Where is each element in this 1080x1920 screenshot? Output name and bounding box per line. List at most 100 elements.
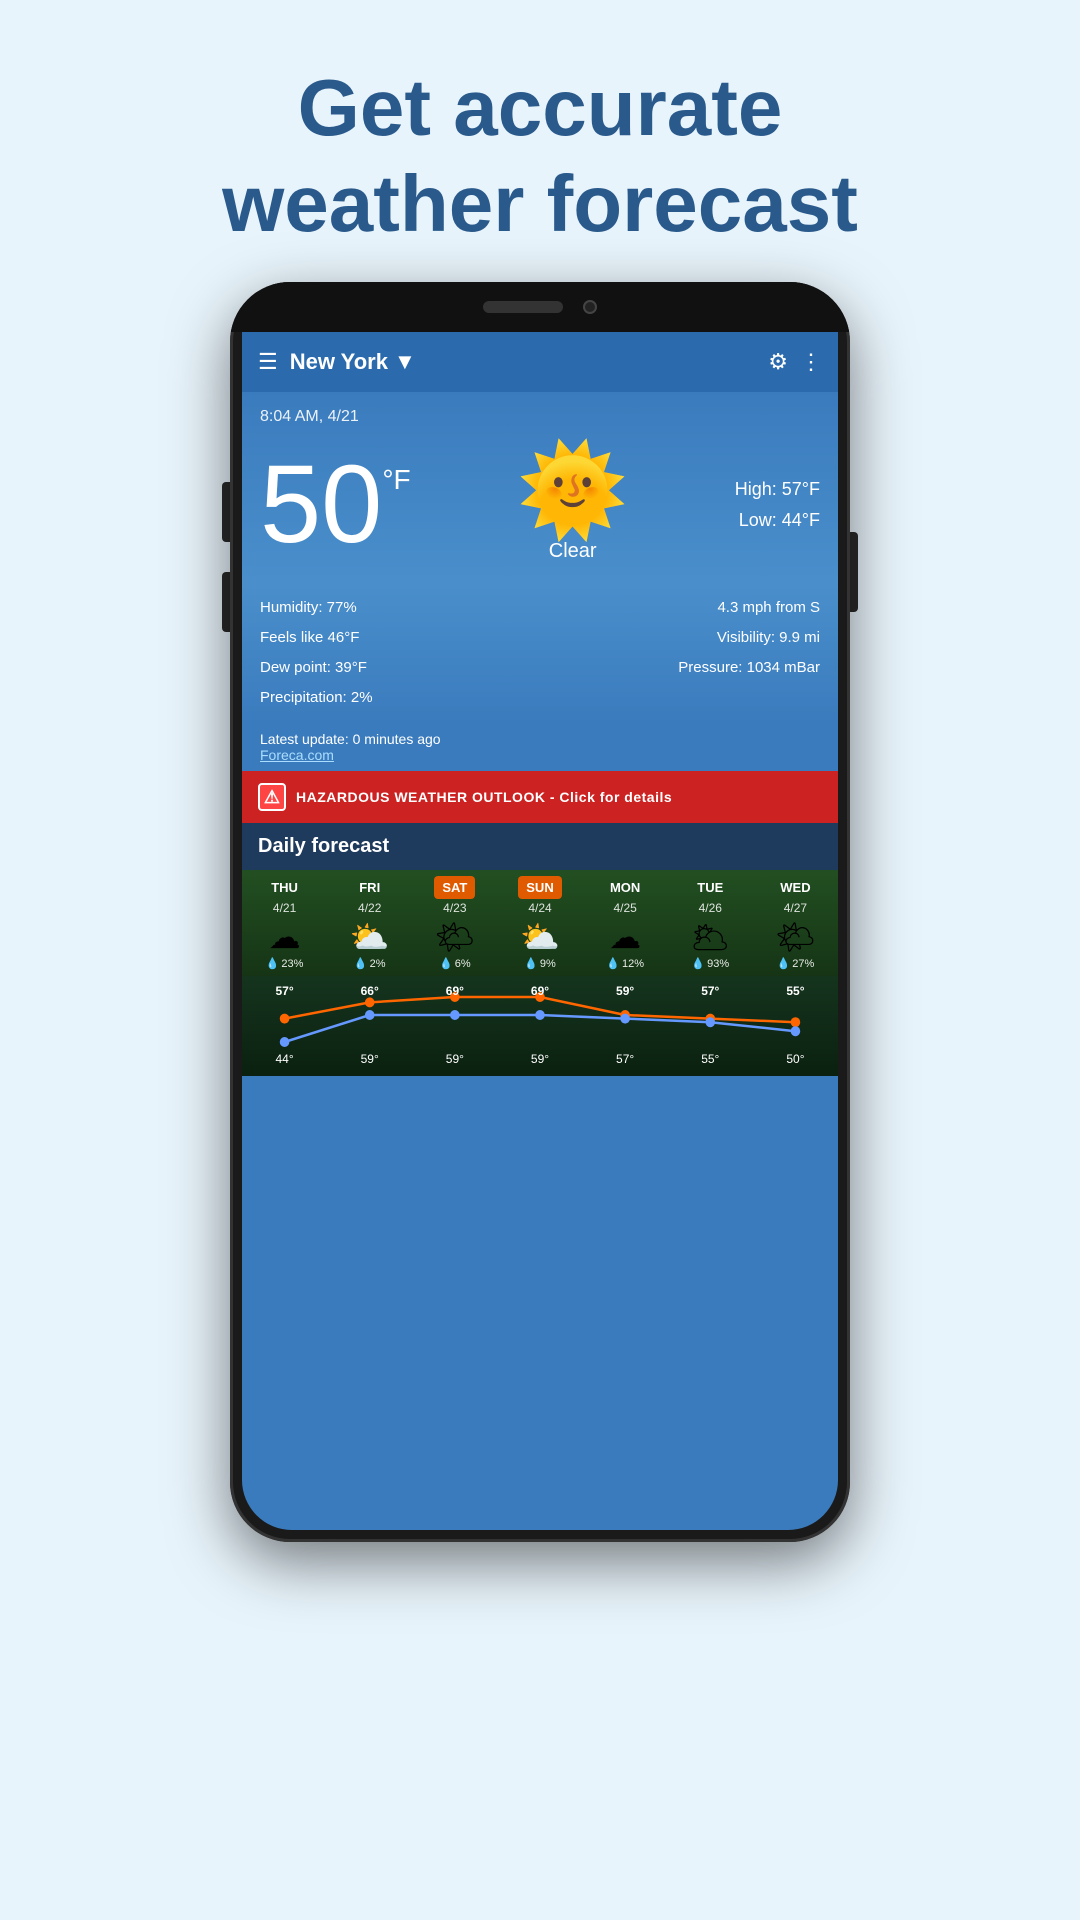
phone-body: ☰ New York ▼ ⚙ ⋮ 8:04 AM, 4/21 50 °F � — [230, 282, 850, 1542]
forecast-date-label: 4/26 — [699, 901, 722, 915]
low-temp-value: 59° — [412, 1052, 497, 1066]
source-link[interactable]: Foreca.com — [260, 747, 820, 763]
current-weather: 50 °F 🌞 Clear High: 57°F Low: — [260, 446, 820, 563]
forecast-weather-icon: 🌥 — [690, 921, 731, 953]
header-line2: weather forecast — [222, 159, 858, 248]
high-temp-value: 69° — [497, 984, 582, 998]
low-temp: Low: 44°F — [735, 505, 820, 536]
more-options-icon[interactable]: ⋮ — [800, 349, 822, 375]
phone-top-bar — [230, 282, 850, 332]
weather-main: 8:04 AM, 4/21 50 °F 🌞 Clear High: 57°F — [242, 392, 838, 583]
visibility: Visibility: 9.9 mi — [545, 623, 820, 653]
low-temp-labels: 44°59°59°59°57°55°50° — [242, 1052, 838, 1066]
forecast-day-label: TUE — [697, 876, 723, 899]
daily-forecast-header: Daily forecast — [242, 823, 838, 870]
low-temp-value: 50° — [753, 1052, 838, 1066]
forecast-col-sun[interactable]: SUN4/24⛅💧9% — [497, 870, 582, 976]
feels-like: Feels like 46°F — [260, 623, 535, 653]
phone-camera — [583, 300, 597, 314]
forecast-date-label: 4/27 — [784, 901, 807, 915]
volume-up-button — [222, 482, 230, 542]
forecast-col-tue[interactable]: TUE 4/26 🌥 💧93% — [668, 870, 753, 976]
forecast-precip: 💧93% — [691, 957, 729, 970]
forecast-date-label: 4/21 — [273, 901, 296, 915]
high-temp-value: 66° — [327, 984, 412, 998]
forecast-day-label: FRI — [359, 876, 380, 899]
forecast-precip: 💧9% — [524, 957, 556, 970]
high-temp-labels: 57°66°69°69°59°57°55° — [242, 984, 838, 998]
humidity: Humidity: 77% — [260, 593, 535, 623]
high-value: 57°F — [782, 479, 820, 499]
page-header: Get accurate weather forecast — [222, 0, 858, 282]
alert-text: HAZARDOUS WEATHER OUTLOOK - Click for de… — [296, 789, 672, 805]
forecast-weather-icon: 🌤 — [775, 921, 816, 953]
city-dropdown-icon[interactable]: ▼ — [394, 349, 416, 375]
details-right: 4.3 mph from S Visibility: 9.9 mi Pressu… — [545, 593, 820, 713]
high-label: High: — [735, 479, 777, 499]
forecast-grid: THU4/21☁💧23%FRI4/22⛅💧2%SAT4/23🌤💧6%SUN4/2… — [242, 870, 838, 976]
high-low-display: High: 57°F Low: 44°F — [735, 474, 820, 535]
low-label: Low: — [739, 510, 777, 530]
phone-mockup: ☰ New York ▼ ⚙ ⋮ 8:04 AM, 4/21 50 °F � — [230, 282, 850, 1762]
update-info: Latest update: 0 minutes ago Foreca.com — [242, 723, 838, 771]
temperature-value: 50 — [260, 450, 382, 560]
forecast-col-mon[interactable]: MON 4/25 ☁ 💧12% — [583, 870, 668, 976]
forecast-date-label: 4/24 — [528, 901, 551, 915]
forecast-precip: 💧12% — [606, 957, 644, 970]
forecast-date-label: 4/22 — [358, 901, 381, 915]
forecast-precip: 💧6% — [439, 957, 471, 970]
forecast-weather-icon: ☁ — [269, 921, 301, 953]
low-value: 44°F — [782, 510, 820, 530]
power-button — [850, 532, 858, 612]
high-temp-value: 59° — [583, 984, 668, 998]
city-name: New York — [290, 349, 388, 375]
low-temp-value: 59° — [497, 1052, 582, 1066]
temperature-unit: °F — [382, 464, 410, 496]
update-text: Latest update: 0 minutes ago — [260, 731, 820, 747]
temperature-graph: 57°66°69°69°59°57°55° 44°59°59°59°57°55°… — [242, 976, 838, 1076]
app-bar-title: New York ▼ — [290, 349, 757, 375]
low-temp-value: 44° — [242, 1052, 327, 1066]
forecast-precip: 💧27% — [777, 957, 815, 970]
menu-icon[interactable]: ☰ — [258, 349, 278, 375]
forecast-col-sat[interactable]: SAT 4/23 🌤 💧6% — [412, 870, 497, 976]
condition-text: Clear — [549, 540, 597, 563]
header-accent: accurate — [453, 63, 782, 152]
forecast-weather-icon: ☁ — [609, 921, 641, 953]
low-temp-value: 57° — [583, 1052, 668, 1066]
weather-icon-container: 🌞 Clear — [411, 446, 735, 563]
app-bar: ☰ New York ▼ ⚙ ⋮ — [242, 332, 838, 392]
dew-point: Dew point: 39°F — [260, 653, 535, 683]
pressure: Pressure: 1034 mBar — [545, 653, 820, 683]
forecast-day-label: SUN — [518, 876, 561, 899]
forecast-col-wed[interactable]: WED 4/27 🌤 💧27% — [753, 870, 838, 976]
forecast-day-label: WED — [780, 876, 810, 899]
forecast-col-fri[interactable]: FRI4/22⛅💧2% — [327, 870, 412, 976]
wind-speed: 4.3 mph from S — [545, 593, 820, 623]
forecast-date-label: 4/25 — [613, 901, 636, 915]
forecast-weather-icon: 🌤 — [435, 921, 476, 953]
alert-banner[interactable]: ⚠ HAZARDOUS WEATHER OUTLOOK - Click for … — [242, 771, 838, 823]
forecast-day-label: THU — [271, 876, 298, 899]
phone-screen: ☰ New York ▼ ⚙ ⋮ 8:04 AM, 4/21 50 °F � — [242, 332, 838, 1530]
forecast-precip: 💧23% — [266, 957, 304, 970]
high-temp-value: 57° — [242, 984, 327, 998]
high-temp-value: 69° — [412, 984, 497, 998]
settings-icon[interactable]: ⚙ — [768, 349, 788, 375]
sun-icon: 🌞 — [517, 446, 629, 536]
high-temp-value: 57° — [668, 984, 753, 998]
forecast-day-label: MON — [610, 876, 640, 899]
forecast-col-thu[interactable]: THU 4/21 ☁ 💧23% — [242, 870, 327, 976]
header-line1: Get — [298, 63, 454, 152]
forecast-precip: 💧2% — [354, 957, 386, 970]
high-temp-value: 55° — [753, 984, 838, 998]
datetime-display: 8:04 AM, 4/21 — [260, 408, 820, 426]
forecast-date-label: 4/23 — [443, 901, 466, 915]
low-temp-value: 59° — [327, 1052, 412, 1066]
low-temp-value: 55° — [668, 1052, 753, 1066]
temperature-display: 50 °F — [260, 450, 411, 560]
details-left: Humidity: 77% Feels like 46°F Dew point:… — [260, 593, 535, 713]
forecast-day-label: SAT — [434, 876, 475, 899]
weather-details: Humidity: 77% Feels like 46°F Dew point:… — [242, 583, 838, 723]
precipitation: Precipitation: 2% — [260, 683, 535, 713]
